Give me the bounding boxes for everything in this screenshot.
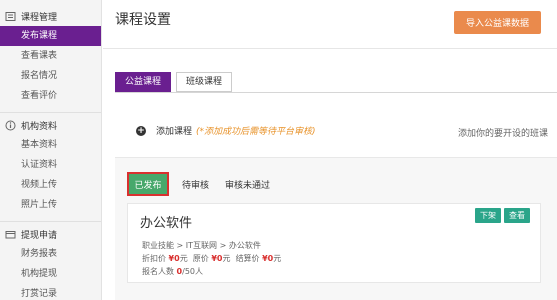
course-icon [5,11,16,22]
settlement-price-unit: 元 [273,254,282,263]
sidebar-section-title: 机构资料 [21,121,58,132]
enrollment-label: 报名人数 [142,267,174,276]
sidebar-divider [0,112,101,113]
enrollment-count: 报名人数 0/50人 [142,266,203,277]
discount-price-label: 折扣价 [142,254,166,263]
plus-icon[interactable]: + [136,125,146,136]
sidebar-item-video-upload[interactable]: 视频上传 [0,175,101,195]
add-course-row[interactable]: + 添加课程 (*添加成功后需等待平台审核) [136,124,316,137]
tab-review-rejected[interactable]: 审核未通过 [225,178,270,191]
view-button[interactable]: 查看 [504,208,530,223]
add-course-note: (*添加成功后需等待平台审核) [196,127,316,137]
tab-pending-review[interactable]: 待审核 [182,178,209,191]
sidebar-item-tips[interactable]: 打赏记录 [0,284,101,300]
sidebar-item-basic-info[interactable]: 基本资料 [0,135,101,155]
sidebar-item-certification[interactable]: 认证资料 [0,155,101,175]
sidebar-item-withdraw[interactable]: 机构提现 [0,264,101,284]
original-price-value: ¥0 [211,254,223,263]
tab-published[interactable]: 已发布 [127,172,169,196]
sidebar-divider [0,221,101,222]
enrollment-total: /50人 [182,267,203,276]
settlement-price-value: ¥0 [262,254,274,263]
sidebar-section-title: 提现申请 [21,230,58,241]
sidebar-item-publish-course[interactable]: 发布课程 [0,26,101,46]
tab-public-course[interactable]: 公益课程 [115,72,171,92]
tab-class-course[interactable]: 班级课程 [176,72,232,92]
discount-price-value: ¥0 [168,254,180,263]
tabs-divider [115,92,557,93]
sidebar: 课程管理 发布课程 查看课表 报名情况 查看评价 机构资料 基本资料 认证资料 … [0,0,102,300]
unpublish-button[interactable]: 下架 [475,208,501,223]
sidebar-item-reviews[interactable]: 查看评价 [0,86,101,106]
add-course-hint: 添加你的要开设的班课 [458,129,549,139]
status-tabs: 已发布 待审核 审核未通过 [127,172,286,196]
settlement-price-label: 结算价 [235,254,260,263]
withdraw-icon [5,229,16,240]
course-category-breadcrumb: 职业技能 > IT互联网 > 办公软件 [142,241,261,250]
course-name: 办公软件 [140,216,193,231]
sidebar-section-withdraw[interactable]: 提现申请 [0,224,101,244]
course-card: 办公软件 下架 查看 职业技能 > IT互联网 > 办公软件 折扣价 ¥0元 原… [127,203,541,283]
sidebar-item-photo-upload[interactable]: 照片上传 [0,195,101,215]
add-course-label[interactable]: 添加课程 [156,124,192,137]
sidebar-section-institution[interactable]: 机构资料 [0,115,101,135]
import-public-course-button[interactable]: 导入公益课数据 [454,11,541,34]
sidebar-item-finance-report[interactable]: 财务报表 [0,244,101,264]
header-divider [103,48,557,49]
sidebar-section-title: 课程管理 [21,12,58,23]
sidebar-section-course[interactable]: 课程管理 [0,6,101,26]
page-title: 课程设置 [115,12,171,28]
discount-price-unit: 元 [179,254,188,263]
info-icon [5,120,16,131]
sidebar-item-enrollment[interactable]: 报名情况 [0,66,101,86]
course-prices: 折扣价 ¥0元 原价 ¥0元 结算价 ¥0元 [142,253,281,264]
original-price-unit: 元 [222,254,231,263]
original-price-label: 原价 [192,254,209,263]
sidebar-item-view-schedule[interactable]: 查看课表 [0,46,101,66]
